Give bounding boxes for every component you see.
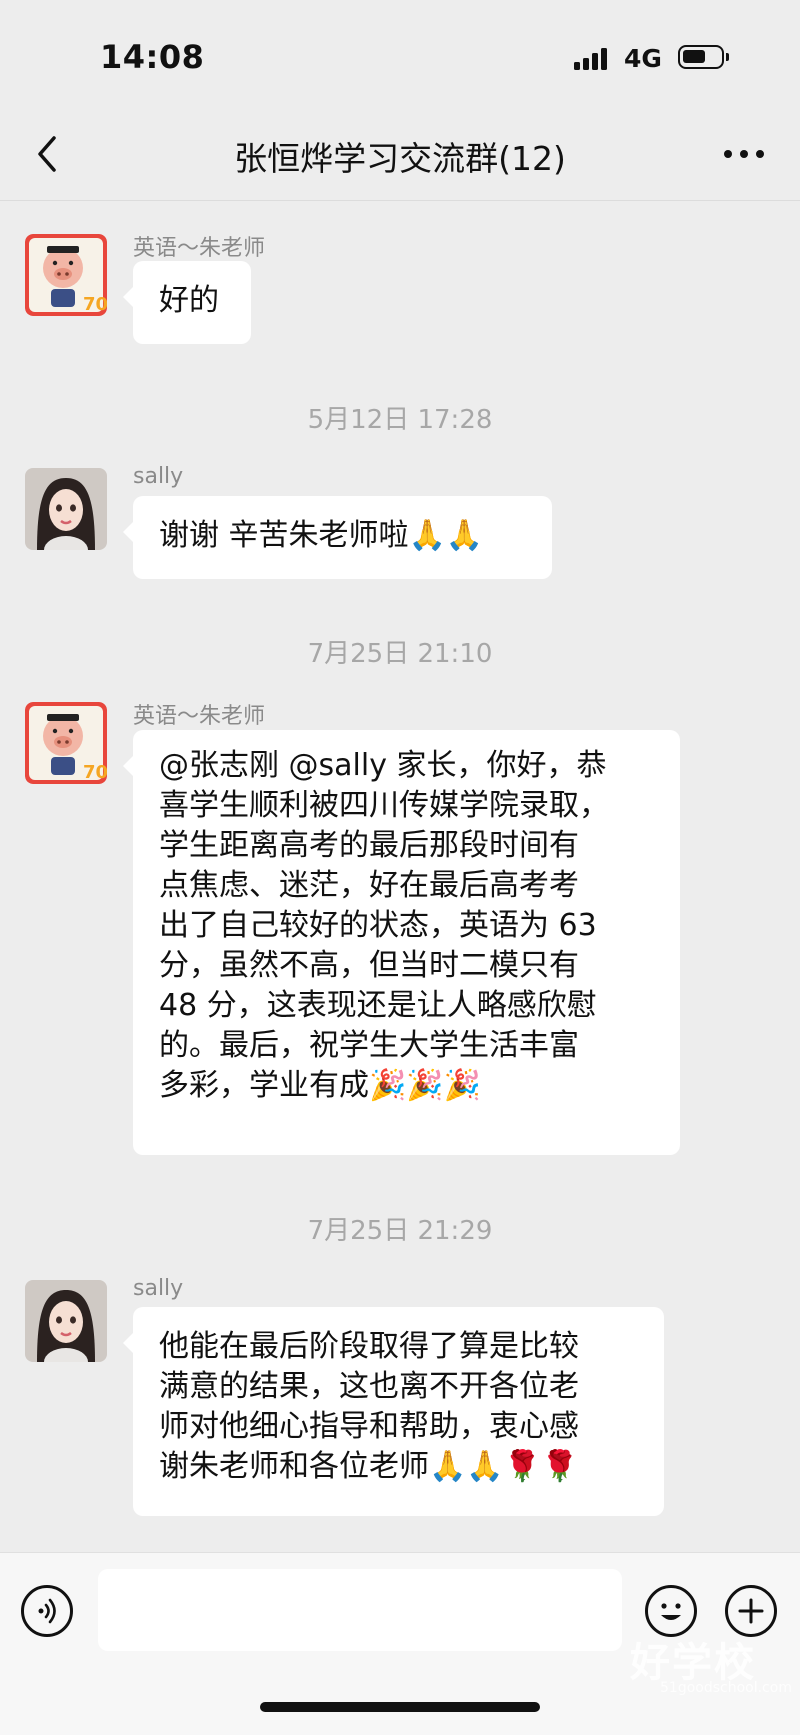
message-timestamp: 7月25日 21:10 (307, 639, 493, 669)
chat-title: 张恒烨学习交流群(12) (234, 139, 566, 178)
message-line: 出了自己较好的状态，英语为 63 (159, 908, 597, 943)
message-line: 谢谢 辛苦朱老师啦🙏🙏 (159, 518, 484, 553)
pig-avatar-icon: 70 (25, 702, 107, 784)
message-line: 学生距离高考的最后那段时间有 (159, 828, 579, 863)
sender-name: sally (133, 464, 184, 489)
network-label: 4G (624, 44, 662, 73)
message-bubble[interactable]: 好的 (123, 261, 251, 344)
status-bar: 14:08 4G (0, 0, 800, 110)
emoji-icon (661, 1603, 681, 1620)
message-input[interactable] (98, 1569, 622, 1651)
svg-text:70: 70 (83, 294, 107, 315)
message-line: 师对他细心指导和帮助，衷心感 (159, 1409, 579, 1444)
message-line: @张志刚 @sally 家长，你好，恭 (159, 748, 607, 783)
watermark-url: 51goodschool.com (660, 1680, 792, 1696)
battery-icon (678, 45, 729, 69)
sender-name: sally (133, 1276, 184, 1301)
more-dots-icon[interactable] (720, 140, 768, 168)
sender-name: 英语～朱老师 (133, 236, 266, 261)
message-timestamp: 5月12日 17:28 (307, 405, 493, 435)
message-bubble[interactable]: 谢谢 辛苦朱老师啦🙏🙏 (123, 496, 552, 579)
girl-avatar-icon (25, 468, 107, 550)
voice-icon (38, 1598, 56, 1624)
message-line: 点焦虑、迷茫，好在最后高考考 (159, 868, 579, 903)
message-bubble[interactable]: 他能在最后阶段取得了算是比较 满意的结果，这也离不开各位老 师对他细心指导和帮助… (123, 1307, 664, 1516)
avatar-teacher[interactable]: 70 (25, 702, 107, 784)
voice-button[interactable] (21, 1585, 73, 1637)
message-bubble[interactable]: @张志刚 @sally 家长，你好，恭 喜学生顺利被四川传媒学院录取， 学生距离… (123, 730, 680, 1155)
message-line: 他能在最后阶段取得了算是比较 (159, 1329, 579, 1364)
message-line: 分，虽然不高，但当时二模只有 (159, 948, 579, 983)
avatar-teacher[interactable]: 70 (25, 234, 107, 316)
girl-avatar-icon (25, 1280, 107, 1362)
svg-text:70: 70 (83, 762, 107, 783)
signal-icon (574, 46, 614, 70)
message-line: 多彩，学业有成🎉🎉🎉 (159, 1068, 482, 1103)
plus-icon (738, 1598, 764, 1624)
sender-name: 英语～朱老师 (133, 704, 266, 729)
message-timestamp: 7月25日 21:29 (307, 1216, 493, 1246)
home-indicator[interactable] (260, 1702, 540, 1712)
message-line: 满意的结果，这也离不开各位老 (159, 1369, 579, 1404)
chat-header: 张恒烨学习交流群(12) (0, 110, 800, 201)
pig-avatar-icon: 70 (25, 234, 107, 316)
message-line: 好的 (159, 283, 219, 318)
avatar-sally[interactable] (25, 468, 107, 550)
message-line: 谢朱老师和各位老师🙏🙏🌹🌹 (159, 1449, 579, 1484)
message-line: 48 分，这表现还是让人略感欣慰 (159, 988, 597, 1023)
message-line: 喜学生顺利被四川传媒学院录取， (159, 788, 609, 823)
status-time: 14:08 (100, 38, 205, 76)
message-line: 的。最后，祝学生大学生活丰富 (159, 1028, 579, 1063)
avatar-sally[interactable] (25, 1280, 107, 1362)
